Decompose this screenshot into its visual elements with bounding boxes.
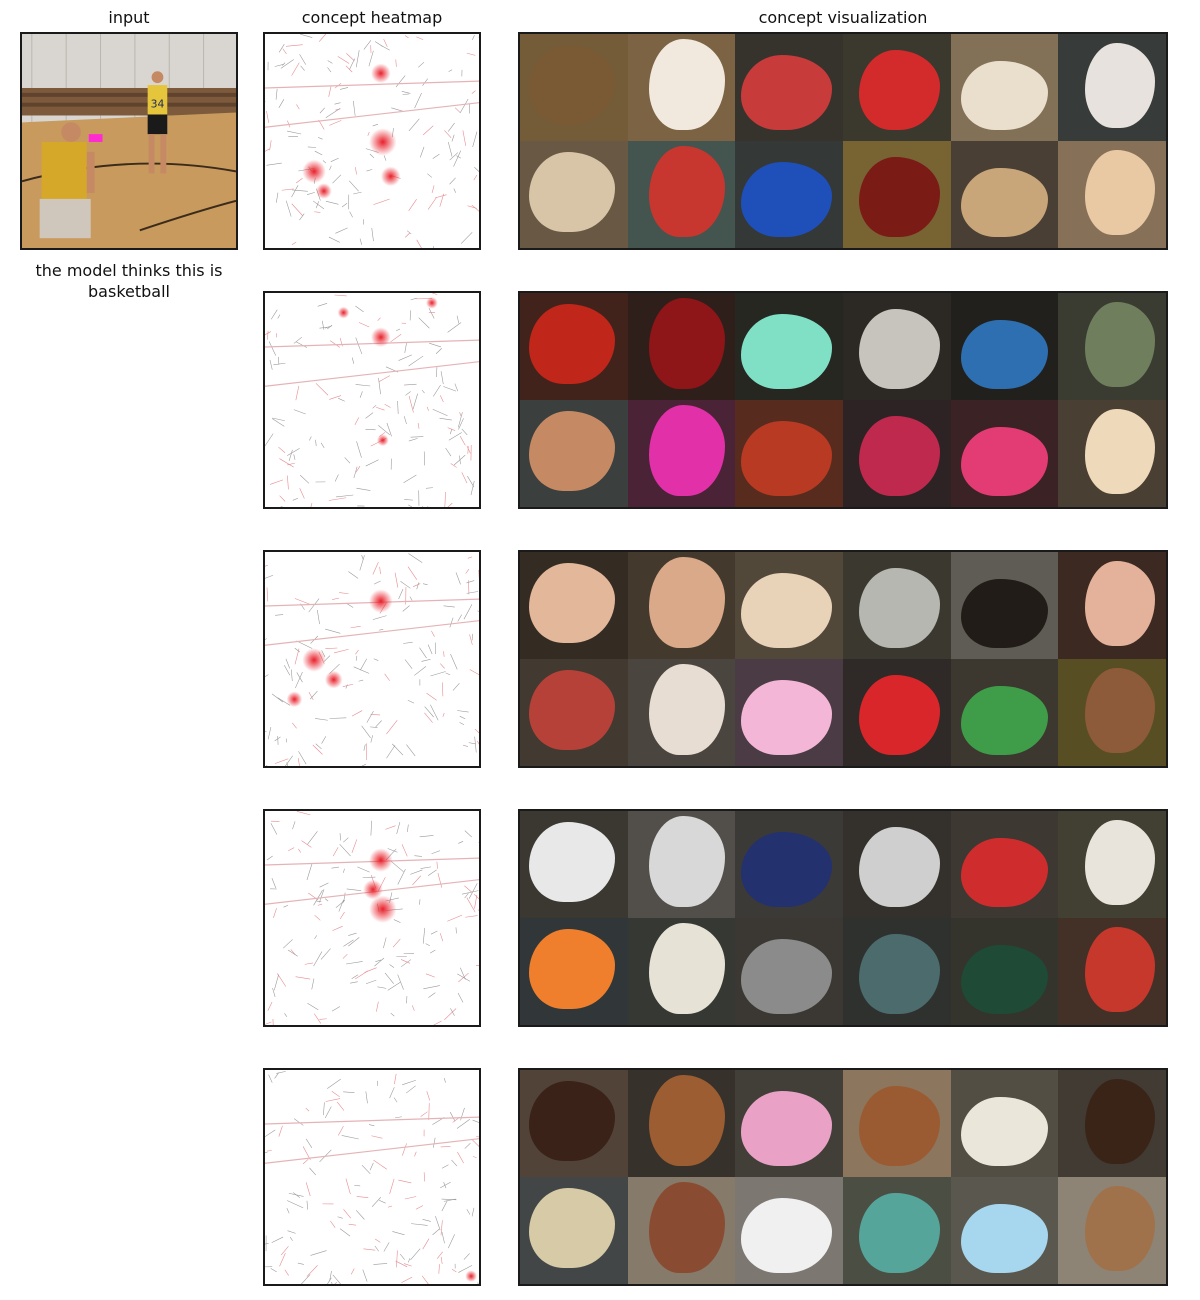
concept-example-tile — [627, 141, 736, 248]
concept-example-tile — [627, 1070, 736, 1177]
concept-example-tile — [735, 293, 843, 400]
concept-example-tile — [627, 659, 736, 766]
heatmap-overlay — [265, 293, 479, 507]
concept-example-tile — [627, 811, 736, 918]
concept-example-tile — [950, 918, 1059, 1025]
visualization-header: concept visualization — [758, 8, 928, 27]
concept-example-tile — [1058, 918, 1166, 1025]
concept-heatmap-5 — [263, 1068, 481, 1286]
heatmap-overlay — [265, 811, 479, 1025]
concept-heatmap-3 — [263, 550, 481, 768]
concept-example-tile — [520, 1070, 628, 1177]
concept-example-tile — [950, 1070, 1059, 1177]
concept-example-tile — [1058, 1177, 1166, 1284]
concept-example-tile — [950, 141, 1059, 248]
concept-example-tile — [950, 293, 1059, 400]
concept-visualization-2 — [518, 291, 1168, 509]
concept-example-tile — [842, 293, 951, 400]
concept-example-tile — [842, 400, 951, 507]
heatmap-overlay — [265, 553, 479, 766]
concept-example-tile — [520, 141, 628, 248]
concept-heatmap-4 — [263, 809, 481, 1027]
concept-example-tile — [950, 811, 1059, 918]
concept-example-tile — [520, 293, 628, 400]
concept-example-tile — [520, 811, 628, 918]
concept-example-tile — [627, 400, 736, 507]
concept-example-tile — [1058, 34, 1166, 141]
concept-example-tile — [627, 34, 736, 141]
concept-example-tile — [842, 659, 951, 766]
concept-example-tile — [950, 552, 1059, 659]
concept-example-tile — [520, 552, 628, 659]
concept-example-tile — [627, 918, 736, 1025]
heatmap-overlay — [265, 34, 479, 248]
concept-example-tile — [842, 1177, 951, 1284]
heatmap-overlay — [265, 1071, 479, 1284]
right-jersey-number: 34 — [151, 98, 165, 111]
concept-example-tile — [950, 1177, 1059, 1284]
concept-example-tile — [735, 659, 843, 766]
concept-example-tile — [842, 1070, 951, 1177]
concept-example-tile — [735, 141, 843, 248]
concept-example-tile — [1058, 400, 1166, 507]
concept-example-tile — [1058, 552, 1166, 659]
concept-example-tile — [735, 1177, 843, 1284]
concept-example-tile — [735, 918, 843, 1025]
concept-visualization-1 — [518, 32, 1168, 250]
concept-visualization-5 — [518, 1068, 1168, 1286]
input-image: 34 — [20, 32, 238, 250]
concept-example-tile — [1058, 659, 1166, 766]
concept-example-tile — [735, 34, 843, 141]
concept-example-tile — [1058, 293, 1166, 400]
concept-example-tile — [627, 293, 736, 400]
concept-example-tile — [627, 552, 736, 659]
concept-example-tile — [520, 659, 628, 766]
concept-example-tile — [1058, 1070, 1166, 1177]
concept-example-tile — [520, 918, 628, 1025]
concept-visualization-3 — [518, 550, 1168, 768]
heatmap-header: concept heatmap — [301, 8, 443, 27]
concept-example-tile — [842, 34, 951, 141]
concept-example-tile — [627, 1177, 736, 1284]
concept-heatmap-2 — [263, 291, 481, 509]
concept-example-tile — [950, 400, 1059, 507]
basketball-gym-illustration: 34 — [22, 34, 236, 248]
concept-visualization-4 — [518, 809, 1168, 1027]
concept-example-tile — [735, 811, 843, 918]
concept-example-tile — [842, 811, 951, 918]
concept-example-tile — [842, 918, 951, 1025]
concept-example-tile — [950, 34, 1059, 141]
concept-example-tile — [735, 1070, 843, 1177]
concept-example-tile — [1058, 141, 1166, 248]
concept-example-tile — [842, 141, 951, 248]
concept-example-tile — [735, 400, 843, 507]
concept-example-tile — [1058, 811, 1166, 918]
concept-example-tile — [842, 552, 951, 659]
concept-example-tile — [520, 34, 628, 141]
input-header: input — [108, 8, 150, 27]
concept-example-tile — [950, 659, 1059, 766]
concept-example-tile — [520, 1177, 628, 1284]
concept-example-tile — [520, 400, 628, 507]
prediction-caption: the model thinks this is basketball — [35, 261, 223, 301]
concept-example-tile — [735, 552, 843, 659]
concept-heatmap-1 — [263, 32, 481, 250]
